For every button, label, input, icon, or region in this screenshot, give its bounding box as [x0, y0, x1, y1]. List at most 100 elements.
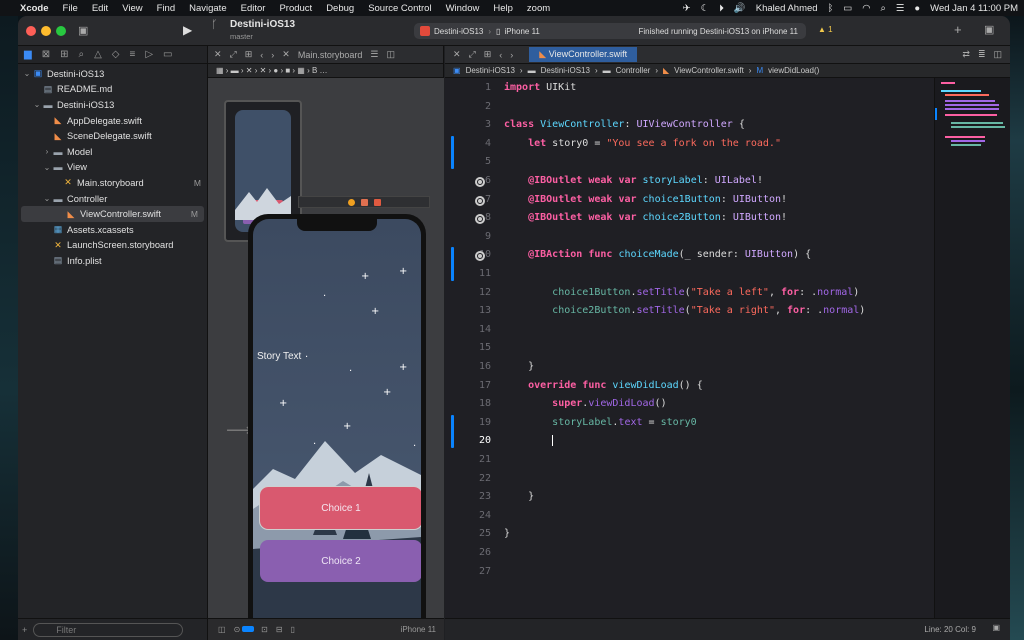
code-line[interactable]: class ViewController: UIViewController {	[504, 119, 745, 130]
find-navigator-icon[interactable]: ⌕	[78, 49, 84, 60]
add-editor-icon[interactable]: ◫	[993, 49, 1002, 60]
code-line[interactable]: override func viewDidLoad() {	[504, 380, 703, 391]
back-icon[interactable]: ‹	[260, 50, 263, 60]
orientation-icon[interactable]: ⊡	[261, 625, 268, 634]
forward-icon[interactable]: ›	[271, 50, 274, 60]
story-label[interactable]: Story Text	[257, 351, 301, 362]
test-navigator-icon[interactable]: ◇	[112, 49, 120, 60]
code-line[interactable]: import UIKit	[504, 82, 576, 93]
ib-jump-bar[interactable]: ▦ › ▬ › ✕ › ✕ › ● › ■ › ▦ › B …	[208, 64, 443, 78]
navigator-item[interactable]: ✕ Main.storyboard M	[18, 175, 207, 191]
preview-icon[interactable]: ⊟	[276, 625, 283, 634]
play-icon[interactable]: ⏵	[719, 3, 724, 14]
debug-area-toggle-icon[interactable]: ▣	[992, 623, 1000, 632]
change-bar[interactable]	[451, 135, 454, 169]
control-center-icon[interactable]: ☰	[896, 3, 905, 14]
device-icon[interactable]: ▯	[291, 625, 295, 634]
expand-icon[interactable]: ⤢	[230, 49, 237, 60]
code-review-icon[interactable]: ⇄	[962, 49, 970, 60]
list-icon[interactable]: ☰	[370, 49, 378, 60]
navigator-item[interactable]: ▤ Info.plist	[18, 253, 207, 269]
filter-input[interactable]: Filter	[33, 622, 184, 637]
minimap[interactable]	[934, 78, 1010, 618]
navigator-item[interactable]: ✕ LaunchScreen.storyboard	[18, 238, 207, 254]
menu-product[interactable]: Product	[279, 3, 312, 14]
code-line[interactable]: }	[504, 528, 510, 539]
change-bar[interactable]	[451, 414, 454, 448]
sidebar-toggle-icon[interactable]: ▣	[78, 24, 88, 37]
add-file-icon[interactable]: +	[22, 625, 27, 635]
moon-icon[interactable]: ☾	[701, 3, 710, 14]
menu-navigate[interactable]: Navigate	[189, 3, 227, 14]
appearance-icon[interactable]: ⊙	[234, 625, 241, 634]
jump-file[interactable]: ViewController.swift	[674, 66, 744, 75]
navigator-item[interactable]: ⌄ ▬ Destini-iOS13	[18, 97, 207, 113]
menubar-clock[interactable]: Wed Jan 4 11:00 PM	[930, 3, 1018, 14]
battery-icon[interactable]: ▭	[843, 3, 852, 14]
code-line[interactable]: }	[504, 491, 534, 502]
chevron-down-icon[interactable]: ⌄	[42, 194, 52, 203]
grid-icon[interactable]: ⊞	[484, 49, 492, 60]
breakpoint-navigator-icon[interactable]: ▷	[145, 49, 153, 60]
user-name[interactable]: Khaled Ahmed	[756, 3, 818, 14]
add-editor-icon[interactable]: ◫	[386, 49, 395, 60]
menu-help[interactable]: Help	[493, 3, 513, 14]
wifi-icon[interactable]: ◠	[862, 3, 870, 14]
code-line[interactable]: @IBOutlet weak var storyLabel: UILabel!	[504, 175, 763, 186]
code-line[interactable]: choice1Button.setTitle("Take a left", fo…	[504, 287, 859, 298]
inspector-toggle-icon[interactable]: ▣	[984, 23, 994, 36]
code-line[interactable]: let story0 = "You see a fork on the road…	[504, 138, 781, 149]
code-line[interactable]	[504, 435, 554, 447]
screen-share-icon[interactable]: ✈	[683, 3, 691, 14]
menu-window[interactable]: Window	[446, 3, 480, 14]
menu-editor[interactable]: Editor	[241, 3, 266, 14]
scene-dock[interactable]	[298, 196, 430, 208]
device-label[interactable]: iPhone 11	[401, 625, 436, 634]
outlet-connection-icon[interactable]	[475, 195, 485, 206]
jump-symbol[interactable]: viewDidLoad()	[768, 66, 819, 75]
view-controller-scene[interactable]: + + · + · + · + + + · · Story Text Choice 1 Choic…	[253, 219, 421, 618]
change-bar[interactable]	[451, 247, 454, 281]
close-icon[interactable]: ✕	[214, 49, 222, 60]
menu-view[interactable]: View	[122, 3, 142, 14]
expand-icon[interactable]: ⤢	[469, 49, 476, 60]
code-line[interactable]: @IBOutlet weak var choice1Button: UIButt…	[504, 194, 787, 205]
add-icon[interactable]: +	[954, 22, 962, 37]
minimize-window-button[interactable]	[41, 26, 51, 36]
folder-icon[interactable]: ▆	[24, 49, 32, 60]
menu-find[interactable]: Find	[157, 3, 175, 14]
navigator-item[interactable]: ◣ ViewController.swift M	[21, 206, 204, 222]
menu-app-name[interactable]: Xcode	[20, 3, 49, 14]
source-control-navigator-icon[interactable]: ⊠	[42, 49, 50, 60]
navigator-item[interactable]: ⌄ ▬ View	[18, 160, 207, 176]
chevron-down-icon[interactable]: ⌄	[42, 163, 52, 172]
code-line[interactable]: @IBAction func choiceMade(_ sender: UIBu…	[504, 249, 811, 260]
menu-zoom[interactable]: zoom	[527, 3, 550, 14]
debug-navigator-icon[interactable]: ≡	[130, 49, 136, 60]
volume-icon[interactable]: 🔊	[734, 3, 746, 14]
bluetooth-icon[interactable]: ᛒ	[828, 3, 834, 14]
navigator-item[interactable]: ⌄ ▣ Destini-iOS13	[18, 66, 207, 82]
menu-source-control[interactable]: Source Control	[368, 3, 431, 14]
adjust-editor-icon[interactable]: ≣	[978, 49, 986, 60]
chevron-down-icon[interactable]: ⌄	[22, 69, 32, 78]
jump-folder[interactable]: Controller	[616, 66, 651, 75]
grid-icon[interactable]: ⊞	[245, 49, 253, 60]
zoom-window-button[interactable]	[56, 26, 66, 36]
issue-navigator-icon[interactable]: △	[94, 49, 102, 60]
outlet-connection-icon[interactable]	[475, 177, 485, 187]
menu-file[interactable]: File	[63, 3, 78, 14]
storyboard-canvas[interactable]: ⟶ + + · + · + · + + + · · Story Text Cho…	[208, 78, 444, 618]
report-navigator-icon[interactable]: ▭	[163, 49, 172, 60]
scheme-selector[interactable]: Destini-iOS13	[434, 27, 483, 36]
code-line[interactable]: }	[504, 361, 534, 372]
close-window-button[interactable]	[26, 26, 36, 36]
navigator-item[interactable]: ◣ AppDelegate.swift	[18, 113, 207, 129]
choice1-button[interactable]: Choice 1	[259, 486, 421, 530]
tab-close-icon[interactable]: ✕	[282, 49, 290, 60]
jump-group[interactable]: Destini-iOS13	[541, 66, 590, 75]
code-line[interactable]: @IBOutlet weak var choice2Button: UIButt…	[504, 212, 787, 223]
device-selector[interactable]: iPhone 11	[504, 27, 539, 36]
siri-icon[interactable]: ●	[914, 3, 920, 14]
search-icon[interactable]: ⌕	[881, 3, 886, 14]
